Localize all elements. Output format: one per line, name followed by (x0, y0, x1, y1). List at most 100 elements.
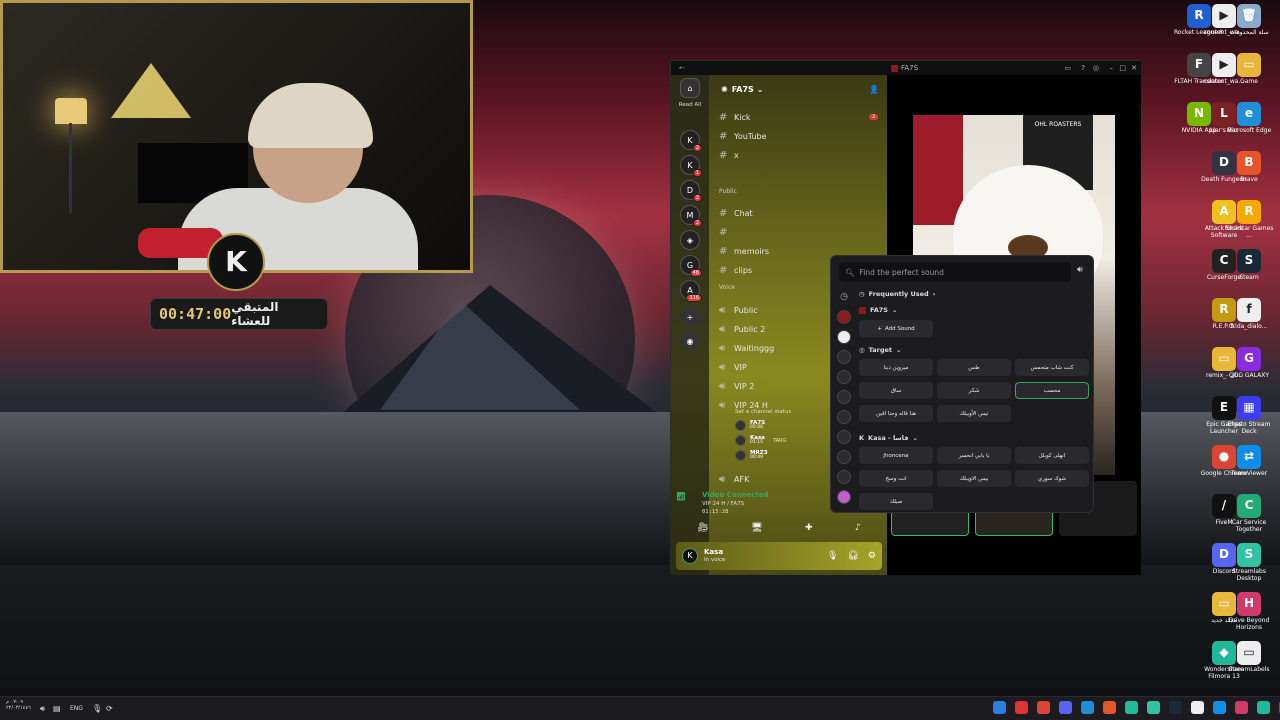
activities-icon[interactable]: ✚ (805, 523, 813, 533)
sound-button[interactable]: شكر (937, 382, 1011, 399)
sound-button[interactable]: صبلك (859, 493, 933, 510)
tab-server-10[interactable] (837, 490, 851, 504)
frequently-used-header[interactable]: ◷ Frequently Used › (859, 290, 935, 298)
target-section-header[interactable]: ◎ Target ⌄ (859, 346, 901, 354)
tab-server-target[interactable] (837, 330, 851, 344)
wifi-icon[interactable]: ▤ (53, 704, 61, 713)
taskbar-app-icon[interactable] (1015, 701, 1028, 714)
add-sound-button[interactable]: + Add Sound (859, 320, 933, 337)
language-indicator[interactable]: ENG (70, 705, 83, 712)
voice-member[interactable]: Kasa 01:15 TARG (735, 435, 786, 446)
avatar[interactable]: K (682, 548, 698, 564)
maximize-icon[interactable]: □ (1119, 64, 1126, 72)
server-icon[interactable]: D2 (680, 180, 702, 202)
volume-icon[interactable]: 🔊︎ (1077, 265, 1083, 275)
chrome-icon[interactable] (1037, 701, 1050, 714)
soundboard-search[interactable]: 🔍︎ Find the perfect sound (839, 262, 1071, 282)
inbox-icon[interactable]: ▭ (1064, 64, 1071, 72)
tab-server-8[interactable] (837, 450, 851, 464)
voice-member[interactable]: MRZ3 00:49 (735, 450, 768, 461)
desktop-icon[interactable]: S Steam (1224, 249, 1274, 282)
desktop-icon[interactable]: ⇄ TeamViewer (1224, 445, 1274, 478)
desktop-icon[interactable]: e Microsoft Edge (1224, 102, 1274, 135)
settings-gear-icon[interactable]: ⚙ (868, 551, 876, 561)
tab-server-fa7s[interactable] (837, 310, 851, 324)
server-header[interactable]: ✺ FA7S ⌄ 👤 (709, 75, 887, 103)
tab-server-9[interactable] (837, 470, 851, 484)
desktop-icon[interactable]: R Rockstar Games ... (1224, 200, 1274, 240)
sound-button[interactable]: ميروين دينا (859, 359, 933, 376)
connection-detail[interactable]: VIP 24 H / FA7S (702, 501, 744, 507)
read-all-button[interactable]: Read All (671, 102, 709, 108)
discord-icon[interactable] (1059, 701, 1072, 714)
category-public[interactable]: Public (719, 188, 737, 195)
sound-button[interactable]: هنا قاله وحنا اقين (859, 405, 933, 422)
tab-server-7[interactable] (837, 430, 851, 444)
sound-button[interactable]: انهلى كوبلل (1015, 447, 1089, 464)
streamlabs-icon[interactable] (1147, 701, 1160, 714)
category-voice[interactable]: Voice (719, 284, 735, 291)
server-icon[interactable]: ◈ (680, 230, 700, 250)
channel-item[interactable]: # x (719, 147, 739, 163)
help-icon[interactable]: ? (1081, 64, 1085, 72)
pin-icon[interactable] (993, 701, 1006, 714)
fa7s-section-header[interactable]: FA7S ⌄ (859, 306, 897, 314)
steam-icon[interactable] (1169, 701, 1182, 714)
channel-item[interactable]: # memoirs (719, 243, 769, 259)
voice-channel-item[interactable]: 🔊︎ AFK (719, 471, 749, 487)
desktop-icon[interactable]: ▭ StreamLabels (1224, 641, 1274, 674)
sound-button[interactable]: انت وسخ (859, 470, 933, 487)
microphone-icon[interactable]: 🎙︎ (827, 551, 838, 561)
sound-button[interactable]: ساق (859, 382, 933, 399)
desktop-icon[interactable]: f frida_dialo... (1224, 298, 1274, 331)
sound-button[interactable]: شوك سوري (1015, 470, 1089, 487)
sound-button[interactable]: طس (937, 359, 1011, 376)
desktop-icon[interactable]: ▦ Elgato Stream Deck (1224, 396, 1274, 436)
desktop-icon[interactable]: G GOG GALAXY (1224, 347, 1274, 380)
sound-button[interactable]: يا بابي انحسر (937, 447, 1011, 464)
server-icon[interactable]: A 116 (680, 280, 702, 302)
voice-channel-item[interactable]: 🔊︎ VIP (719, 359, 747, 375)
sound-button[interactable]: محسب (1015, 382, 1089, 399)
screen-share-icon[interactable]: 🖥︎ (751, 523, 762, 533)
sound-button[interactable]: تيس الأوبيلك (937, 405, 1011, 422)
filmora-icon[interactable] (1257, 701, 1270, 714)
channel-item[interactable]: # Chat (719, 205, 753, 221)
home-icon[interactable]: ⌂ (680, 78, 700, 98)
voice-channel-item[interactable]: 🔊︎ Public (719, 302, 758, 318)
close-icon[interactable]: ✕ (1131, 64, 1137, 72)
taskbar-app-icon[interactable] (1125, 701, 1138, 714)
add-member-icon[interactable]: 👤 (869, 85, 879, 94)
desktop-icon[interactable]: C Car Service Together (1224, 494, 1274, 534)
server-icon[interactable]: K1 (680, 155, 702, 177)
desktop-icon[interactable]: H Drive Beyond Horizons (1224, 592, 1274, 632)
voice-channel-item[interactable]: 🔊︎ Public 2 (719, 321, 765, 337)
sound-button[interactable]: بيس الاويبلك (937, 470, 1011, 487)
teamviewer-icon[interactable] (1213, 701, 1226, 714)
desktop-icon[interactable]: ▭ Game (1224, 53, 1274, 86)
speaker-icon[interactable]: 🔊︎ (40, 704, 45, 714)
headphones-icon[interactable]: 🎧︎ (847, 551, 858, 561)
back-icon[interactable]: ← (679, 64, 685, 72)
minimize-icon[interactable]: – (1110, 64, 1114, 72)
channel-item[interactable]: # Kick 2 (719, 109, 879, 125)
voice-channel-item[interactable]: 🔊︎ Waitinggg (719, 340, 774, 356)
voice-channel-item[interactable]: 🔊︎ VIP 2 (719, 378, 754, 394)
voice-member[interactable]: FA7S 05:06 (735, 420, 765, 431)
channel-status[interactable]: Set a channel status (735, 409, 791, 415)
tab-server-4[interactable] (837, 370, 851, 384)
tab-server-5[interactable] (837, 390, 851, 404)
taskbar-clock[interactable]: ٠٧:٠٩ م ٢٢/٠٣/١٤٤٦ (6, 699, 31, 711)
tab-server-6[interactable] (837, 410, 851, 424)
tray-expand-icon[interactable]: ⟳ (106, 704, 113, 713)
sound-button[interactable]: jhoncena (859, 447, 933, 464)
server-icon[interactable]: M2 (680, 205, 702, 227)
mic-tray-icon[interactable]: 🎙︎ (92, 704, 102, 713)
desktop-icon[interactable]: B Brave (1224, 151, 1274, 184)
edge-icon[interactable] (1081, 701, 1094, 714)
add-server-icon[interactable]: + (680, 307, 700, 327)
taskbar-app-icon[interactable] (1235, 701, 1248, 714)
status-icon[interactable]: ◎ (1093, 64, 1099, 72)
tab-server-kasa[interactable] (837, 350, 851, 364)
channel-item[interactable]: # (719, 224, 734, 240)
